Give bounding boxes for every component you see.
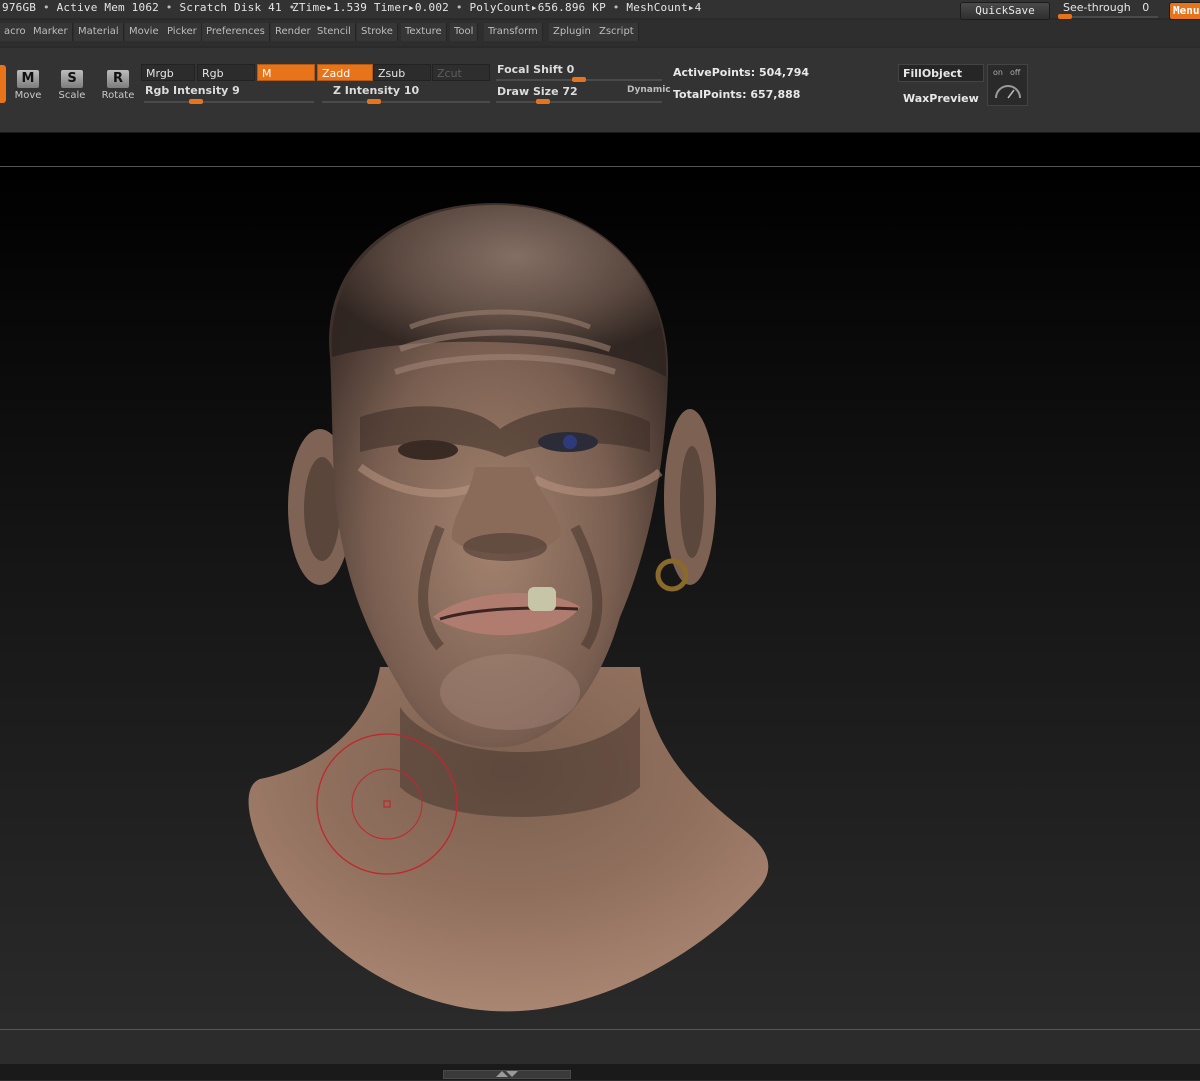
top-shelf: M Move S Scale R Rotate Mrgb Rgb M Zadd … [0, 48, 1200, 133]
move-label: Move [14, 90, 42, 101]
see-through-track [1058, 14, 1158, 19]
rgb-intensity-knob[interactable] [189, 99, 203, 104]
quicksave-button[interactable]: QuickSave [960, 2, 1050, 20]
menu-macro[interactable]: acro [0, 23, 31, 41]
see-through-slider[interactable]: See-through 0 [1054, 0, 1164, 19]
menu-transform[interactable]: Transform [484, 23, 543, 41]
draw-size-label: Draw Size [497, 85, 559, 98]
move-button[interactable]: M Move [8, 70, 48, 101]
draw-mode-button[interactable] [0, 65, 6, 103]
memory-readout: 976GB • Active Mem 1062 • Scratch Disk 4… [2, 1, 296, 14]
m-button[interactable]: M [257, 64, 315, 81]
rgb-intensity-track [144, 99, 314, 104]
menu-render[interactable]: Render [271, 23, 316, 41]
wax-toggle[interactable]: on off [987, 64, 1028, 106]
rgb-button[interactable]: Rgb [197, 64, 255, 81]
see-through-label: See-through [1063, 1, 1131, 14]
fill-object-button[interactable]: FillObject [898, 64, 984, 82]
draw-size-knob[interactable] [536, 99, 550, 104]
menu-zplugin[interactable]: Zplugin [549, 23, 596, 41]
menu-texture[interactable]: Texture [401, 23, 447, 41]
status-bar: 976GB • Active Mem 1062 • Scratch Disk 4… [0, 0, 1200, 20]
draw-size-value: 72 [562, 85, 578, 98]
total-points-readout: TotalPoints: 657,888 [673, 88, 801, 101]
menu-stroke[interactable]: Stroke [357, 23, 398, 41]
rgb-intensity-label: Rgb Intensity [145, 84, 229, 97]
see-through-value: 0 [1142, 1, 1150, 14]
rotate-icon: R [107, 70, 129, 88]
scale-button[interactable]: S Scale [52, 70, 92, 101]
scale-icon: S [61, 70, 83, 88]
see-through-knob[interactable] [1058, 14, 1072, 19]
document-canvas[interactable] [0, 166, 1200, 1029]
tooth [528, 587, 556, 611]
ztime-readout: ZTime▸1.539 Timer▸0.002 • PolyCount▸656.… [292, 1, 702, 14]
z-intensity-value: 10 [403, 84, 420, 97]
menu-picker[interactable]: Picker [163, 23, 202, 41]
menu-zscript[interactable]: Zscript [595, 23, 639, 41]
menu-material[interactable]: Material [74, 23, 124, 41]
menu-stencil[interactable]: Stencil [313, 23, 356, 41]
move-icon: M [17, 70, 39, 88]
z-intensity-track [322, 99, 490, 104]
left-eye [398, 440, 458, 460]
focal-shift-label: Focal Shift [497, 63, 563, 76]
expand-arrows-icon [496, 1071, 518, 1077]
menus-button[interactable]: Menus [1169, 2, 1200, 20]
menu-marker[interactable]: Marker [29, 23, 73, 41]
scale-label: Scale [58, 90, 86, 101]
sculpt-model [248, 203, 769, 1012]
z-intensity-label: Z Intensity [333, 84, 401, 97]
active-points-readout: ActivePoints: 504,794 [673, 66, 810, 79]
bottom-strip [0, 1064, 1200, 1080]
zadd-button[interactable]: Zadd [317, 64, 373, 81]
rotate-label: Rotate [101, 90, 135, 101]
draw-size-track [496, 99, 662, 104]
menu-bar: acro Marker Material Movie Picker Prefer… [0, 20, 1200, 46]
z-intensity-knob[interactable] [367, 99, 381, 104]
wax-preview-button[interactable]: WaxPreview [898, 89, 984, 107]
on-label: on [993, 68, 1003, 77]
focal-shift-knob[interactable] [572, 77, 586, 82]
rotate-button[interactable]: R Rotate [98, 70, 138, 101]
menu-movie[interactable]: Movie [125, 23, 164, 41]
focal-shift-value: 0 [566, 63, 575, 76]
zcut-button[interactable]: Zcut [432, 64, 490, 81]
off-label: off [1010, 68, 1021, 77]
menu-preferences[interactable]: Preferences [202, 23, 270, 41]
zsub-button[interactable]: Zsub [373, 64, 431, 81]
shelf-toggle-handle[interactable] [443, 1070, 571, 1079]
focal-shift-track [496, 77, 662, 82]
dial-icon [995, 85, 1021, 99]
viewport-top-band [0, 133, 1200, 166]
mrgb-button[interactable]: Mrgb [141, 64, 195, 81]
dynamic-toggle[interactable]: Dynamic [627, 85, 671, 95]
menu-tool[interactable]: Tool [450, 23, 479, 41]
rgb-intensity-value: 9 [232, 84, 240, 97]
